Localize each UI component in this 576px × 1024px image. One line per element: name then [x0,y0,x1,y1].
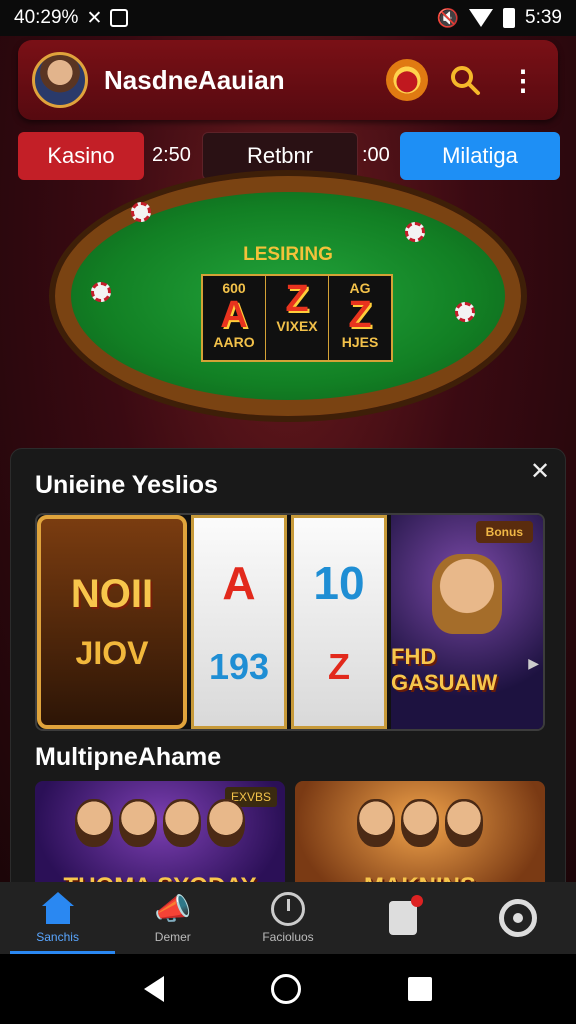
slot-card-gold[interactable]: NOII JIOV [37,515,187,729]
table-reel: Z VIXEX [266,276,329,360]
mute-icon: 🔇 [436,7,460,28]
reel-symbol: Z [285,278,309,320]
app-title: NasdneAauian [104,64,285,95]
battery-icon [503,8,516,28]
table-reel: 600 A AARO [203,276,266,360]
reel-bottom: AARO [213,334,255,350]
wifi-icon [469,9,494,27]
nav-item-demer[interactable]: 📣 Demer [115,882,230,954]
tab-retbnr[interactable]: Retbnr [202,132,358,180]
chip-icon [131,202,151,222]
coin-icon[interactable]: ⬤ [386,59,428,101]
nav-item-profile[interactable] [461,882,576,954]
chip-icon [91,282,111,302]
section-title-online: Unieine Yeslios [35,471,218,499]
app-header: NasdneAauian ⬤ ⋮ [18,40,558,120]
character-face [401,799,439,847]
slot-card-reel[interactable]: A 193 [191,515,287,729]
table-reel: AG Z HJES [329,276,391,360]
recent-apps-icon[interactable] [408,977,433,1001]
poker-table: LESIRING 600 A AARO Z VIXEX AG Z HJES [55,176,521,416]
character-face [119,799,157,847]
promo-badge: Bonus [475,521,533,543]
status-bar: 40:29% ✕ 🔇 5:39 [0,0,576,36]
multiplayer-card[interactable]: MAKNINS [295,781,545,896]
nav-item-facioluos[interactable]: Facioluos [230,882,345,954]
status-right: 🔇 5:39 [437,7,562,29]
search-icon[interactable] [444,59,486,101]
table-label: LESIRING [243,244,333,265]
slot-reel-bottom: 193 [208,646,270,687]
section-title-multiplayer: MultipneAhame [35,743,222,771]
slot-card-reel[interactable]: 10 Z [291,515,387,729]
slot-gold-top: NOII [70,572,154,616]
slot-card-promo[interactable]: Bonus FHD GASUAIW [391,515,543,729]
back-icon[interactable] [143,976,164,1002]
chip-icon [405,222,425,242]
tabs-row: Kasino 2:50 Retbnr :00 Milatiga [18,132,560,180]
character-face [445,799,483,847]
nav-item-shop[interactable] [346,882,461,954]
character-face [163,799,201,847]
chip-icon [455,302,475,322]
promo-title: FHD GASUAIW [391,644,498,695]
reel-bottom: HJES [341,334,379,350]
time-right: :00 [362,144,390,166]
home-icon [38,892,78,926]
notification-icon [110,9,129,27]
megaphone-icon: 📣 [154,892,192,926]
character-image [432,554,502,634]
slot-reel-top: A [222,557,256,609]
home-circle-icon[interactable] [270,974,301,1004]
games-panel: ✕ Unieine Yeslios NOII JIOV A 193 10 Z B… [10,448,566,896]
nav-item-home[interactable]: Sanchis [0,882,116,954]
table-reels: 600 A AARO Z VIXEX AG Z HJES [201,274,393,362]
status-left: 40:29% ✕ [14,7,129,30]
character-group [295,799,545,847]
character-face [357,799,395,847]
slot-reel-bottom: Z [328,646,350,687]
status-clock: 5:39 [525,7,562,28]
multiplayer-row: EXVBS TUOMA SYODAY MAKNINS [35,781,545,896]
eye-icon [498,899,538,937]
reel-bottom: VIXEX [276,318,318,334]
slot-carousel[interactable]: NOII JIOV A 193 10 Z Bonus FHD GASUAIW ▶ [35,513,545,731]
status-time: 40:29% [14,7,79,28]
character-face [207,799,245,847]
close-icon[interactable]: ✕ [525,457,555,487]
tab-milatiga[interactable]: Milatiga [400,132,560,180]
system-nav-bar [0,954,576,1024]
reel-symbol: A [220,294,248,336]
tab-kasino[interactable]: Kasino [18,132,144,180]
nav-label: Demer [154,930,191,944]
close-icon: ✕ [86,7,103,29]
multiplayer-card[interactable]: EXVBS TUOMA SYODAY [35,781,285,896]
reel-symbol: Z [348,294,372,336]
chevron-right-icon[interactable]: ▶ [528,655,539,672]
time-left: 2:50 [152,144,191,166]
nav-label: Facioluos [262,930,314,944]
casino-scene: NasdneAauian ⬤ ⋮ Kasino 2:50 Retbnr :00 … [0,36,576,896]
avatar[interactable] [32,52,88,108]
more-vert-icon[interactable]: ⋮ [502,59,544,101]
character-group [35,799,285,847]
nav-label: Sanchis [36,930,79,944]
slot-gold-bottom: JIOV [75,635,149,671]
character-face [75,799,113,847]
bottom-nav: Sanchis 📣 Demer Facioluos [0,882,576,954]
bag-icon [383,895,424,935]
slot-reel-top: 10 [313,557,365,609]
dial-icon [268,892,308,926]
